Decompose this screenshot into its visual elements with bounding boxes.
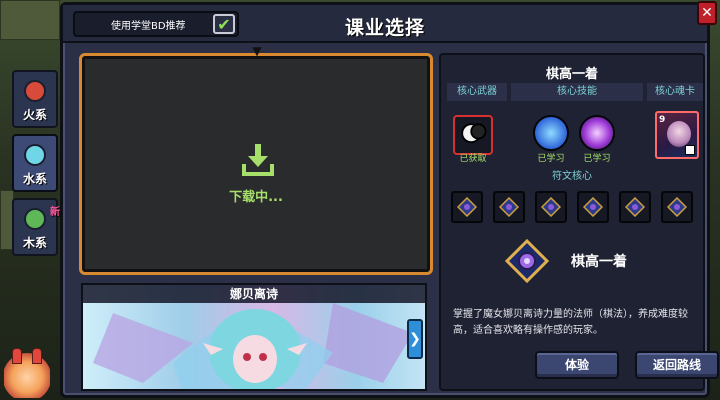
rune-icon [667, 197, 687, 217]
rune-slot[interactable] [451, 191, 483, 223]
soul-card-number: 9 [659, 115, 666, 125]
core-skill-2-status: 已学习 [583, 154, 611, 164]
tab-water-label: 水系 [22, 172, 47, 186]
fire-gem-icon [24, 80, 46, 102]
character-portrait [93, 303, 413, 389]
mascot-ear-left [12, 348, 22, 364]
build-info-panel: 棋高一着 核心武器 核心技能 核心魂卡 已获取 已学习 已学习 9 符文核心 棋… [439, 53, 719, 391]
mascot-avatar[interactable] [4, 348, 50, 398]
character-name: 娜贝离诗 [83, 285, 425, 303]
rune-icon [541, 197, 561, 217]
build-description: 掌握了魔女娜贝离诗力量的法师（棋法），养成难度较高，适合喜欢略有操作感的玩家。 [453, 309, 688, 336]
wood-gem-icon [24, 208, 46, 230]
rune-core-name: 棋高一着 [571, 254, 627, 270]
soul-card-portrait [667, 121, 691, 147]
rune-core-icon[interactable] [505, 239, 549, 283]
rune-icon [499, 197, 519, 217]
title-bar: 使用学堂BD推荐 ✔ 课业选择 ✕ [63, 1, 717, 43]
mascot-ear-right [32, 348, 42, 364]
rune-slot[interactable] [493, 191, 525, 223]
next-character-button[interactable]: ❯ [407, 319, 423, 359]
core-weapon-slot[interactable] [453, 115, 493, 155]
core-skill-1-icon[interactable] [533, 115, 569, 151]
close-button[interactable]: ✕ [697, 1, 717, 25]
rune-icon [583, 197, 603, 217]
core-skill-1-status: 已学习 [537, 154, 565, 164]
header-core-card: 核心魂卡 [647, 83, 703, 101]
tab-fire[interactable]: 火系 [12, 70, 58, 128]
rune-icon [457, 197, 477, 217]
tab-water[interactable]: 水系 [12, 134, 58, 192]
header-core-weapon: 核心武器 [447, 83, 507, 101]
soul-card-corner-icon [685, 145, 695, 155]
download-status: 下载中... [229, 190, 283, 205]
core-skill-2-icon[interactable] [579, 115, 615, 151]
header-core-skill: 核心技能 [511, 83, 643, 101]
rune-slot[interactable] [619, 191, 651, 223]
rune-slot[interactable] [577, 191, 609, 223]
water-gem-icon [24, 144, 46, 166]
core-weapon-status: 已获取 [459, 154, 487, 164]
rune-slot[interactable] [535, 191, 567, 223]
try-button[interactable]: 体验 [535, 351, 619, 379]
core-soul-card[interactable]: 9 [655, 111, 699, 159]
rune-icon [625, 197, 645, 217]
header-rune-core: 符文核心 [552, 171, 592, 182]
download-icon [242, 144, 274, 176]
tab-wood-label: 木系 [22, 236, 47, 250]
chess-orb-icon [461, 123, 487, 144]
preview-panel: ▼ 下载中... [79, 45, 433, 275]
back-to-route-button[interactable]: 返回路线 [635, 351, 719, 379]
character-banner[interactable]: 娜贝离诗 ❯ [81, 283, 427, 391]
panel-cap-icon: ▼ [252, 44, 262, 58]
course-select-dialog: 使用学堂BD推荐 ✔ 课业选择 ✕ ▼ 下载中... 娜贝离诗 ❯ 棋高一着 核… [60, 1, 719, 398]
new-badge: 新 [50, 207, 60, 218]
dialog-title: 课业选择 [344, 17, 425, 39]
tab-fire-label: 火系 [22, 108, 47, 122]
background-tile [0, 0, 60, 40]
rune-slot[interactable] [661, 191, 693, 223]
build-name: 棋高一着 [545, 67, 598, 82]
